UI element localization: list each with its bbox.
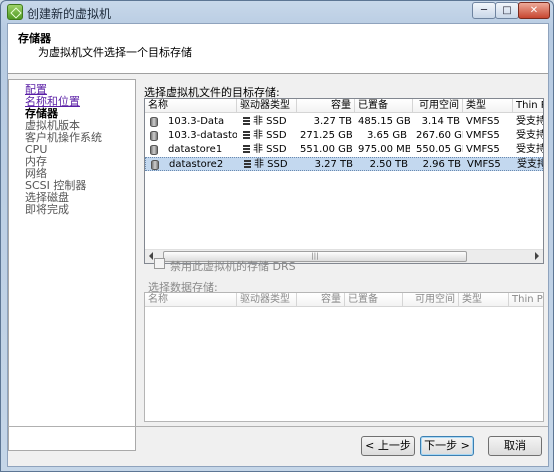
datastore-name: datastore2 (169, 159, 224, 170)
datastore-icon (151, 160, 159, 170)
datastore-free: 2.96 TB (422, 159, 461, 170)
datastore-drive-type: 非 SSD (240, 129, 298, 143)
close-button[interactable]: ✕ (518, 2, 550, 19)
datastore-provisioned: 3.65 GB (366, 130, 407, 141)
wizard-window: 创建新的虚拟机 ─ □ ✕ 存储器 为虚拟机文件选择一个目标存储 配置 名称和位… (0, 0, 554, 472)
datastore-drive-type: 非 SSD (240, 115, 298, 129)
cancel-button[interactable]: 取消 (488, 436, 542, 456)
window-title: 创建新的虚拟机 (27, 7, 112, 21)
step-ready-to-complete: 即将完成 (25, 203, 69, 216)
table-row[interactable]: 103.3-Data 非 SSD 3.27 TB 485.15 GB 3.14 … (145, 115, 543, 129)
storage-drs-label: 禁用此虚拟机的存储 DRS (170, 260, 296, 273)
datastore-capacity: 3.27 TB (314, 159, 353, 170)
column-header-provisioned[interactable]: 已置备 (355, 99, 413, 113)
datastore-capacity: 3.27 TB (313, 116, 352, 127)
button-separator (8, 426, 548, 427)
column-header-capacity[interactable]: 容量 (297, 99, 355, 113)
datastore-type: VMFS5 (466, 116, 500, 127)
datastore-icon (150, 131, 158, 141)
table-row-selected[interactable]: datastore2 非 SSD 3.27 TB 2.50 TB 2.96 TB… (145, 157, 543, 171)
wizard-header: 存储器 为虚拟机文件选择一个目标存储 (8, 24, 548, 74)
table-row[interactable]: 103.3-datastor... 非 SSD 271.25 GB 3.65 G… (145, 129, 543, 143)
datastore-capacity: 551.00 GB (300, 144, 353, 155)
next-button[interactable]: 下一步 > (420, 436, 474, 456)
vsphere-app-icon (7, 4, 23, 20)
datastore-thin: 受支持 (516, 130, 544, 141)
scroll-left-icon[interactable] (149, 252, 153, 260)
datastore-name: 103.3-Data (168, 116, 225, 127)
column-header-drive-type[interactable]: 驱动器类型 (237, 99, 297, 113)
datastore-free: 550.05 GB (416, 144, 463, 155)
datastore-provisioned: 2.50 TB (369, 159, 408, 170)
wizard-client-area: 存储器 为虚拟机文件选择一个目标存储 配置 名称和位置 存储器 虚拟机版本 客户… (7, 23, 549, 467)
non-ssd-icon (243, 131, 250, 139)
column-header-free[interactable]: 可用空间 (413, 99, 463, 113)
wizard-steps-panel: 配置 名称和位置 存储器 虚拟机版本 客户机操作系统 CPU 内存 网络 SCS… (8, 79, 136, 451)
datastore-free: 267.60 GB (416, 130, 463, 141)
non-ssd-icon (243, 117, 250, 125)
datastore-table: 名称 驱动器类型 容量 已置备 可用空间 类型 Thin Provi 103.3… (144, 98, 544, 264)
table-header: 名称 驱动器类型 容量 已置备 可用空间 类型 Thin Provi (145, 99, 543, 113)
table-row[interactable]: datastore1 非 SSD 551.00 GB 975.00 MB 550… (145, 143, 543, 157)
column-header-name: 名称 (145, 293, 237, 307)
datastore-drive-type: 非 SSD (240, 143, 298, 157)
storage-drs-checkbox[interactable] (154, 258, 165, 269)
column-header-thin-provisioning[interactable]: Thin Provi (513, 99, 543, 113)
column-header-provisioned: 已置备 (345, 293, 403, 307)
column-header-capacity: 容量 (297, 293, 345, 307)
datastore-icon (150, 145, 158, 155)
datastore-capacity: 271.25 GB (300, 130, 353, 141)
column-header-free: 可用空间 (403, 293, 459, 307)
column-header-thin-provisioning: Thin Provi (512, 294, 543, 305)
datastore-free: 3.14 TB (421, 116, 460, 127)
minimize-button[interactable]: ─ (472, 2, 496, 19)
column-header-type[interactable]: 类型 (463, 99, 513, 113)
datastore-drive-type: 非 SSD (241, 158, 299, 172)
datastore-type: VMFS5 (467, 159, 501, 170)
column-header-drive-type: 驱动器类型 (237, 293, 297, 307)
maximize-button[interactable]: □ (495, 2, 519, 19)
datastore-type: VMFS5 (466, 144, 500, 155)
datastore-name: datastore1 (168, 144, 223, 155)
table-header: 名称 驱动器类型 容量 已置备 可用空间 类型 Thin Provi (145, 293, 543, 307)
datastore-thin: 受支持 (516, 144, 544, 155)
title-bar[interactable]: 创建新的虚拟机 ─ □ ✕ (1, 1, 553, 23)
datastore-icon (150, 117, 158, 127)
disabled-datastore-table: 名称 驱动器类型 容量 已置备 可用空间 类型 Thin Provi (144, 292, 544, 422)
back-button[interactable]: < 上一步 (361, 436, 415, 456)
non-ssd-icon (243, 145, 250, 153)
datastore-thin: 受支持 (516, 116, 544, 127)
page-subtitle: 为虚拟机文件选择一个目标存储 (38, 46, 192, 59)
column-header-name[interactable]: 名称 (145, 99, 237, 113)
scroll-right-icon[interactable] (535, 252, 539, 260)
datastore-provisioned: 975.00 MB (358, 144, 410, 155)
datastore-provisioned: 485.15 GB (358, 116, 410, 127)
non-ssd-icon (244, 160, 251, 168)
datastore-type: VMFS5 (466, 130, 500, 141)
column-header-type: 类型 (459, 293, 509, 307)
datastore-name: 103.3-datastor... (168, 130, 237, 141)
datastore-thin: 受支持 (517, 159, 544, 170)
